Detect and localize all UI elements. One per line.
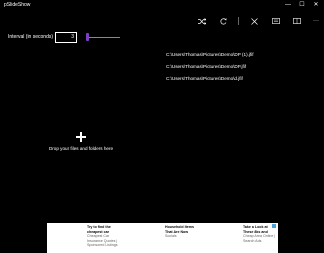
ad-text: Socials [165,234,177,239]
fullscreen-button[interactable] [290,16,304,26]
title-bar: pSlideShow — ☐ ✕ [0,0,324,11]
fullscreen-icon [293,18,301,24]
refresh-icon [220,17,226,24]
interval-slider[interactable] [86,37,120,38]
more-button[interactable]: ··· [309,16,323,26]
ad-text: Sponsored Listings [87,243,118,248]
ad-banner[interactable]: Try to find the cheapest car Cheapest Ca… [47,223,278,253]
file-path-item[interactable]: C:\Users\Thomas\Pictures\Demo\DP (1).jfi… [166,52,253,57]
file-path-item[interactable]: C:\Users\Thomas\Pictures\Demo\DP.jfif [166,64,246,69]
shuffle-button[interactable] [195,16,209,26]
slideshow-button[interactable] [269,16,283,26]
maximize-button[interactable]: ☐ [296,1,308,10]
toolbar-divider [238,17,239,25]
ad-column[interactable]: Try to find the cheapest car Cheapest Ca… [87,225,118,248]
app-title: pSlideShow [4,2,31,8]
interval-input[interactable]: 3 [55,32,77,43]
slideshow-icon [272,18,280,24]
ad-text: Search Ads [243,238,262,243]
add-icon [76,132,86,142]
shuffle-icon [198,17,206,25]
interval-label: Interval (in seconds) [8,34,54,40]
close-window-button[interactable]: ✕ [310,1,322,10]
drop-zone[interactable]: Drop your files and folders here [40,132,122,154]
more-icon: ··· [313,18,319,24]
refresh-button[interactable] [216,16,230,26]
drop-zone-text: Drop your files and folders here [48,146,114,151]
file-path-item[interactable]: C:\Users\Thomas\Pictures\Demo\d.jfif [166,76,243,81]
clear-button[interactable] [247,16,261,26]
clear-icon [250,17,258,25]
ad-text: Household Items [165,225,194,229]
minimize-button[interactable]: — [282,1,294,10]
ad-column[interactable]: Take a Look at These 8ks and Cheap Area … [243,225,275,243]
ad-column[interactable]: Household Items That Are Now Socials [165,225,194,239]
interval-slider-thumb[interactable] [85,33,89,41]
